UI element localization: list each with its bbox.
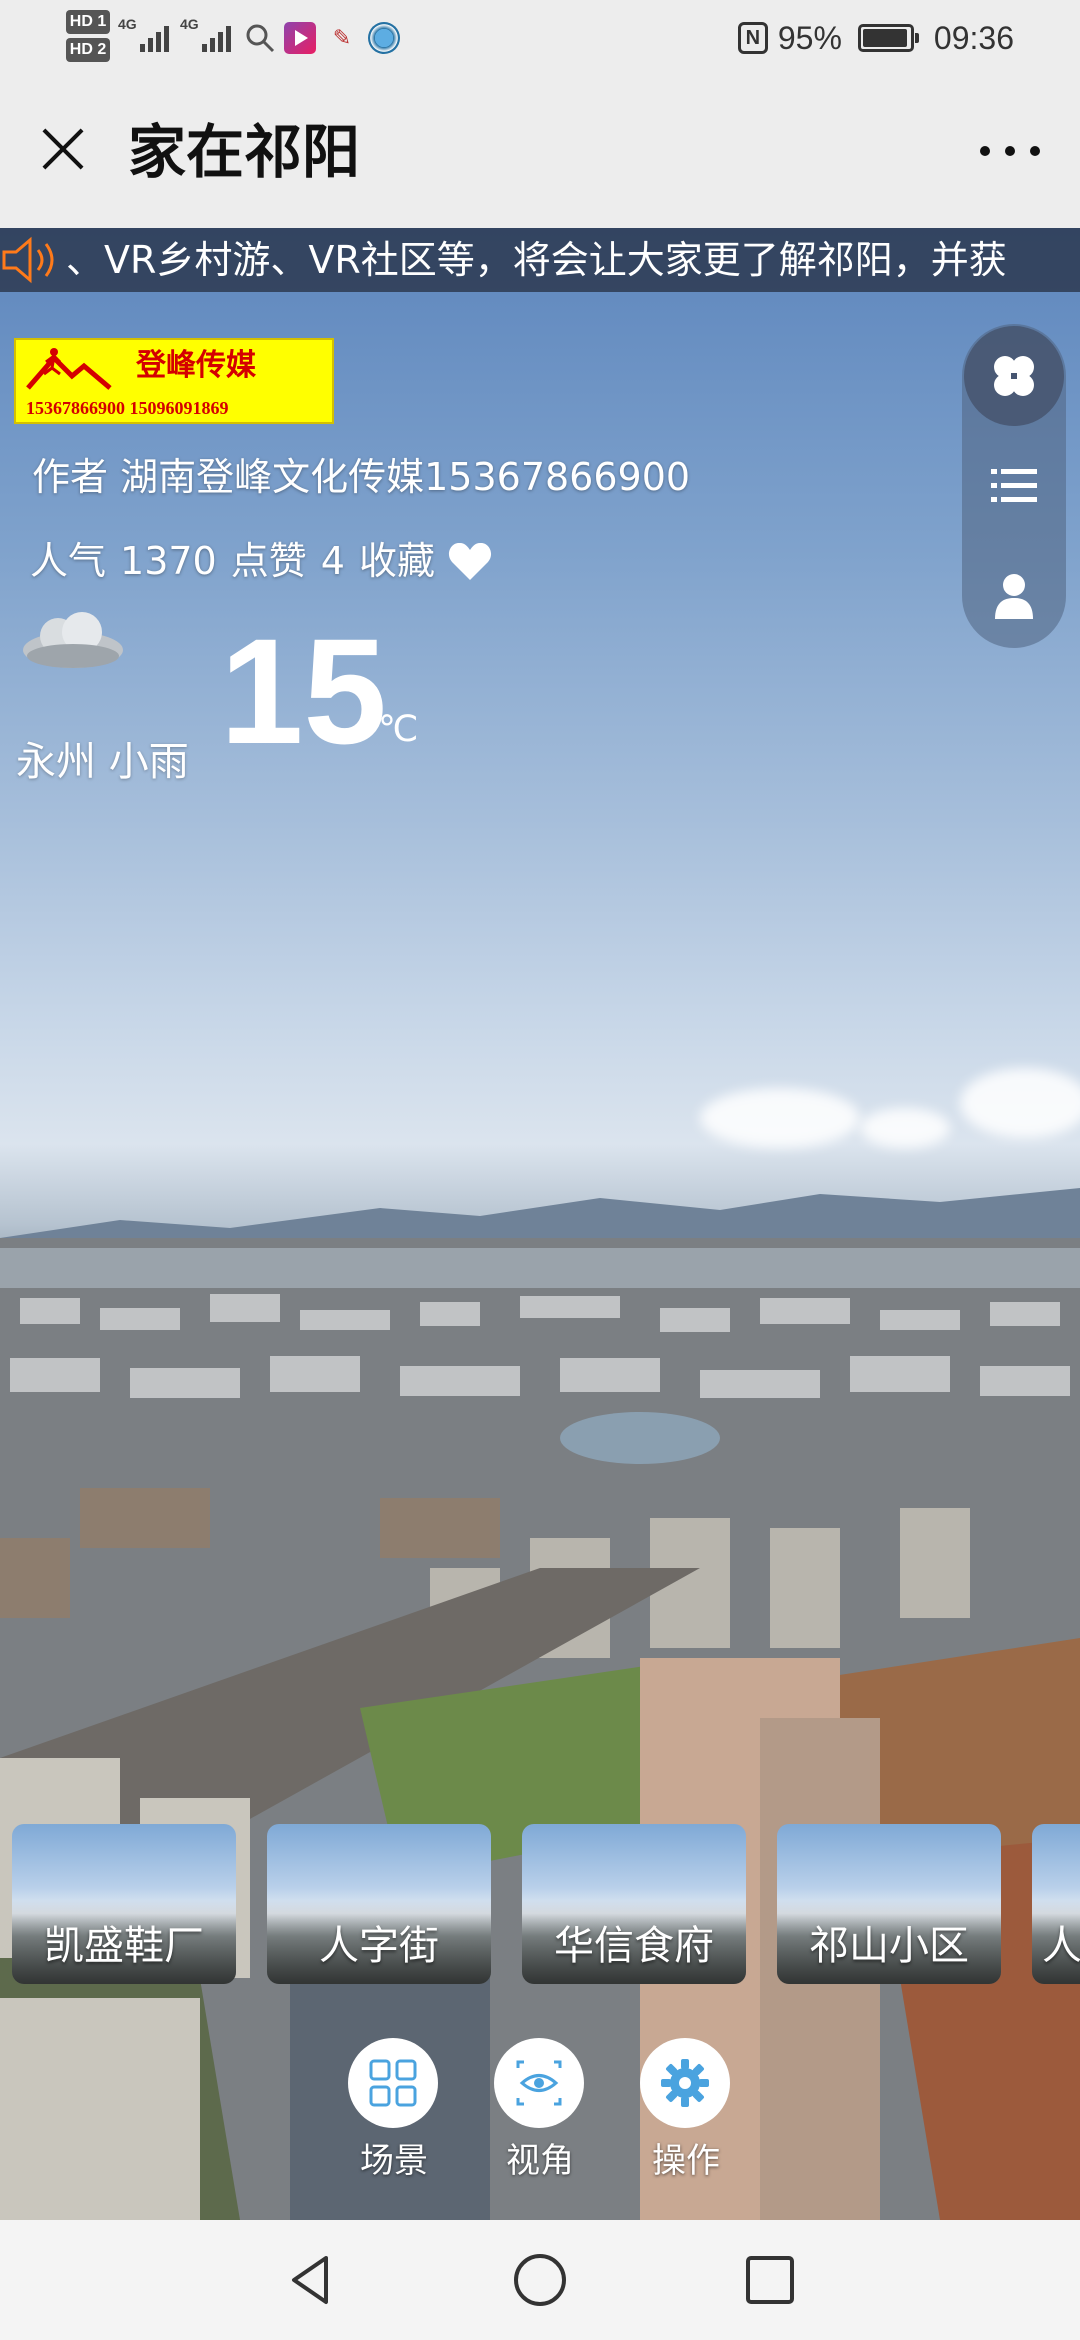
scene-thumb[interactable]: 凯盛鞋厂 [12, 1824, 236, 1984]
study-app-icon: ✎ [332, 25, 352, 50]
scene-thumb[interactable]: 华信食府 [522, 1824, 746, 1984]
scene-button-label: 场景 [360, 2141, 428, 2181]
views-count: 1370 [120, 539, 217, 583]
browser-icon [368, 22, 400, 54]
signal-1-label: 4G [118, 16, 137, 32]
author-name[interactable]: 湖南登峰文化传媒15367866900 [120, 455, 690, 499]
scene-thumb-label: 人 [1042, 1923, 1080, 1969]
operate-button-label: 操作 [652, 2141, 720, 2181]
eye-icon [516, 2060, 562, 2106]
user-icon [995, 574, 1033, 619]
author-line: 作者 湖南登峰文化传媒15367866900 [32, 450, 690, 504]
author-label: 作者 [32, 455, 109, 499]
temperature-unit: ℃ [378, 709, 419, 750]
signal-2-icon: 4G [180, 16, 240, 52]
cloud-decoration [860, 1108, 950, 1148]
list-icon [991, 469, 1037, 502]
home-icon[interactable] [510, 2250, 570, 2310]
weather-location: 永州 小雨 [16, 734, 189, 790]
hd-indicators: HD 1 HD 2 [66, 10, 110, 66]
likes-count: 4 [320, 539, 345, 583]
view-button[interactable]: 视角 [490, 2038, 590, 2188]
scene-thumb[interactable]: 人字街 [267, 1824, 491, 1984]
view-button-label: 视角 [506, 2141, 574, 2181]
nfc-icon: N [737, 22, 768, 54]
cloud-icon [23, 612, 123, 668]
announcement-marquee: 、VR乡村游、VR社区等，将会让大家更了解祁阳，并获 [0, 228, 1080, 292]
system-nav-bar [0, 2220, 1080, 2340]
search-icon [244, 22, 276, 54]
back-icon[interactable] [280, 2250, 340, 2310]
grid-icon [369, 2059, 417, 2107]
cloud-decoration [960, 1068, 1080, 1138]
scene-thumb[interactable]: 祁山小区 [777, 1824, 1001, 1984]
scene-thumb-label: 人字街 [319, 1923, 439, 1969]
speaker-icon [2, 236, 54, 284]
recents-icon[interactable] [740, 2250, 800, 2310]
operate-button-circle [640, 2038, 730, 2128]
scene-button-circle [348, 2038, 438, 2128]
scene-thumb-label: 华信食府 [554, 1923, 714, 1969]
favorite-label: 收藏 [358, 539, 435, 583]
stats-line: 人气 1370 点赞 4 收藏 [30, 534, 493, 588]
close-icon[interactable] [30, 116, 96, 182]
gear-icon [661, 2059, 709, 2107]
status-bar: HD 1 HD 2 4G 4G ✎ N 95% 09:36 [0, 0, 1080, 76]
clover-button[interactable] [964, 326, 1064, 426]
signal-1-icon: 4G [118, 16, 178, 52]
likes-label: 点赞 [230, 539, 307, 583]
logo-phones: 15367866900 15096091869 [26, 398, 229, 418]
views-label: 人气 [30, 539, 107, 583]
operate-button[interactable]: 操作 [636, 2038, 736, 2188]
scene-thumb[interactable]: 人 [1032, 1824, 1080, 1984]
video-app-icon [284, 22, 316, 54]
clover-icon [994, 356, 1034, 396]
scene-button[interactable]: 场景 [344, 2038, 444, 2188]
list-button[interactable] [964, 436, 1064, 536]
user-button[interactable] [964, 546, 1064, 646]
scene-thumbnail-strip[interactable]: 凯盛鞋厂 人字街 华信食府 祁山小区 人 [12, 1824, 1080, 1984]
view-button-circle [494, 2038, 584, 2128]
scene-thumb-label: 祁山小区 [809, 1923, 969, 1969]
title-bar: 家在祁阳 [0, 76, 1080, 228]
side-menu [962, 324, 1066, 648]
scene-thumb-label: 凯盛鞋厂 [44, 1923, 204, 1969]
panorama-view[interactable]: 、VR乡村游、VR社区等，将会让大家更了解祁阳，并获 登峰传媒 15367866… [0, 228, 1080, 2220]
marquee-text: 、VR乡村游、VR社区等，将会让大家更了解祁阳，并获 [66, 238, 1007, 282]
weather-city: 永州 [16, 739, 96, 785]
logo-mountain-icon [26, 348, 112, 390]
hd1-badge: HD 1 [66, 10, 110, 34]
clock: 09:36 [933, 20, 1014, 56]
signal-2-label: 4G [180, 16, 199, 32]
weather-condition: 小雨 [108, 739, 189, 785]
more-icon[interactable] [970, 126, 1050, 176]
hd2-badge: HD 2 [66, 38, 110, 62]
battery-icon [857, 24, 919, 52]
logo-name: 登峰传媒 [136, 348, 256, 383]
battery-percent: 95% [777, 20, 842, 56]
cloud-decoration [700, 1088, 860, 1148]
favorite-button[interactable]: 收藏 [359, 534, 493, 588]
temperature-value: 15 [220, 607, 387, 775]
publisher-logo[interactable]: 登峰传媒 15367866900 15096091869 [14, 338, 334, 424]
heart-icon [448, 542, 492, 580]
page-title: 家在祁阳 [128, 118, 361, 186]
status-right: N 95% 09:36 [737, 14, 1014, 62]
